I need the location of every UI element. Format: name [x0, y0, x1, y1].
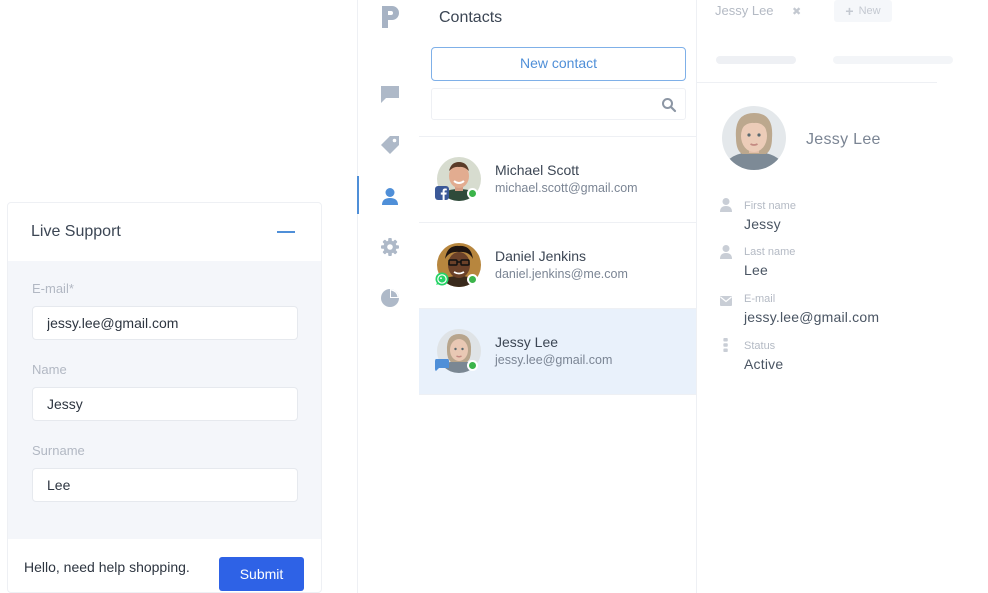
first-name-value: Jessy [744, 216, 781, 232]
status-value: Active [744, 356, 784, 372]
widget-form: E-mail* Name Surname [8, 261, 321, 539]
user-icon [720, 245, 732, 259]
status-icon [723, 338, 728, 352]
email-label: E-mail [744, 293, 776, 305]
pie-chart-icon[interactable] [380, 288, 400, 308]
surname-label: Surname [32, 443, 85, 458]
contact-name: Daniel Jenkins [495, 248, 587, 264]
new-contact-button[interactable]: New contact [431, 47, 686, 81]
live-support-widget: Live Support E-mail* Name Surname Hello,… [7, 202, 322, 593]
new-tab-label: New [858, 5, 881, 17]
nav-rail [357, 0, 419, 593]
contact-email: daniel.jenkins@me.com [495, 267, 628, 281]
chat-icon[interactable] [380, 84, 400, 104]
widget-footer: Hello, need help shopping. Submit [8, 539, 321, 593]
name-label: Name [32, 362, 67, 377]
message-input[interactable]: Hello, need help shopping. [24, 559, 190, 575]
whatsapp-icon [435, 272, 449, 286]
contact-row-michael-scott[interactable]: Michael Scott michael.scott@gmail.com [419, 137, 696, 223]
online-status-dot [467, 274, 478, 285]
tab-jessy-lee[interactable]: Jessy Lee [715, 3, 774, 18]
online-status-dot [467, 360, 478, 371]
contact-row-daniel-jenkins[interactable]: Daniel Jenkins daniel.jenkins@me.com [419, 223, 696, 309]
new-tab-button[interactable]: + New [834, 0, 892, 22]
profile-avatar [722, 106, 786, 170]
name-field[interactable] [32, 387, 298, 421]
tag-icon[interactable] [380, 135, 400, 155]
email-value: jessy.lee@gmail.com [744, 309, 880, 325]
user-icon [720, 198, 732, 212]
contacts-title: Contacts [439, 9, 503, 26]
minimize-icon[interactable] [277, 231, 295, 233]
chat-bubble-icon [435, 359, 449, 372]
gear-icon[interactable] [380, 237, 400, 257]
contacts-icon[interactable] [380, 186, 400, 206]
status-label: Status [744, 340, 776, 352]
contact-row-jessy-lee[interactable]: Jessy Lee jessy.lee@gmail.com [419, 309, 696, 395]
contact-detail-panel: Jessy Lee ✖ + New Jessy Lee First name J… [697, 0, 988, 593]
email-field[interactable] [32, 306, 298, 340]
envelope-icon [720, 296, 732, 306]
online-status-dot [467, 188, 478, 199]
first-name-label: First name [744, 200, 796, 212]
search-input[interactable] [431, 88, 686, 120]
logo-icon [382, 6, 399, 28]
divider [697, 82, 937, 83]
email-label: E-mail* [32, 281, 74, 296]
active-indicator [357, 176, 359, 214]
widget-title: Live Support [31, 223, 121, 240]
tab-placeholder [833, 56, 953, 64]
contact-name: Jessy Lee [495, 334, 559, 350]
facebook-icon [435, 186, 449, 200]
contact-email: jessy.lee@gmail.com [495, 353, 613, 367]
last-name-label: Last name [744, 246, 796, 258]
contact-list: Michael Scott michael.scott@gmail.com Da… [419, 136, 696, 395]
submit-button[interactable]: Submit [219, 557, 304, 591]
search-icon[interactable] [661, 97, 677, 113]
widget-header: Live Support [8, 203, 321, 261]
profile-name: Jessy Lee [806, 131, 881, 148]
plus-icon: + [845, 3, 854, 19]
contact-email: michael.scott@gmail.com [495, 181, 638, 195]
last-name-value: Lee [744, 262, 768, 278]
contact-name: Michael Scott [495, 162, 580, 178]
tab-placeholder [716, 56, 796, 64]
contacts-panel: Contacts New contact Michael Scott micha… [419, 0, 697, 593]
surname-field[interactable] [32, 468, 298, 502]
close-icon[interactable]: ✖ [792, 5, 801, 18]
